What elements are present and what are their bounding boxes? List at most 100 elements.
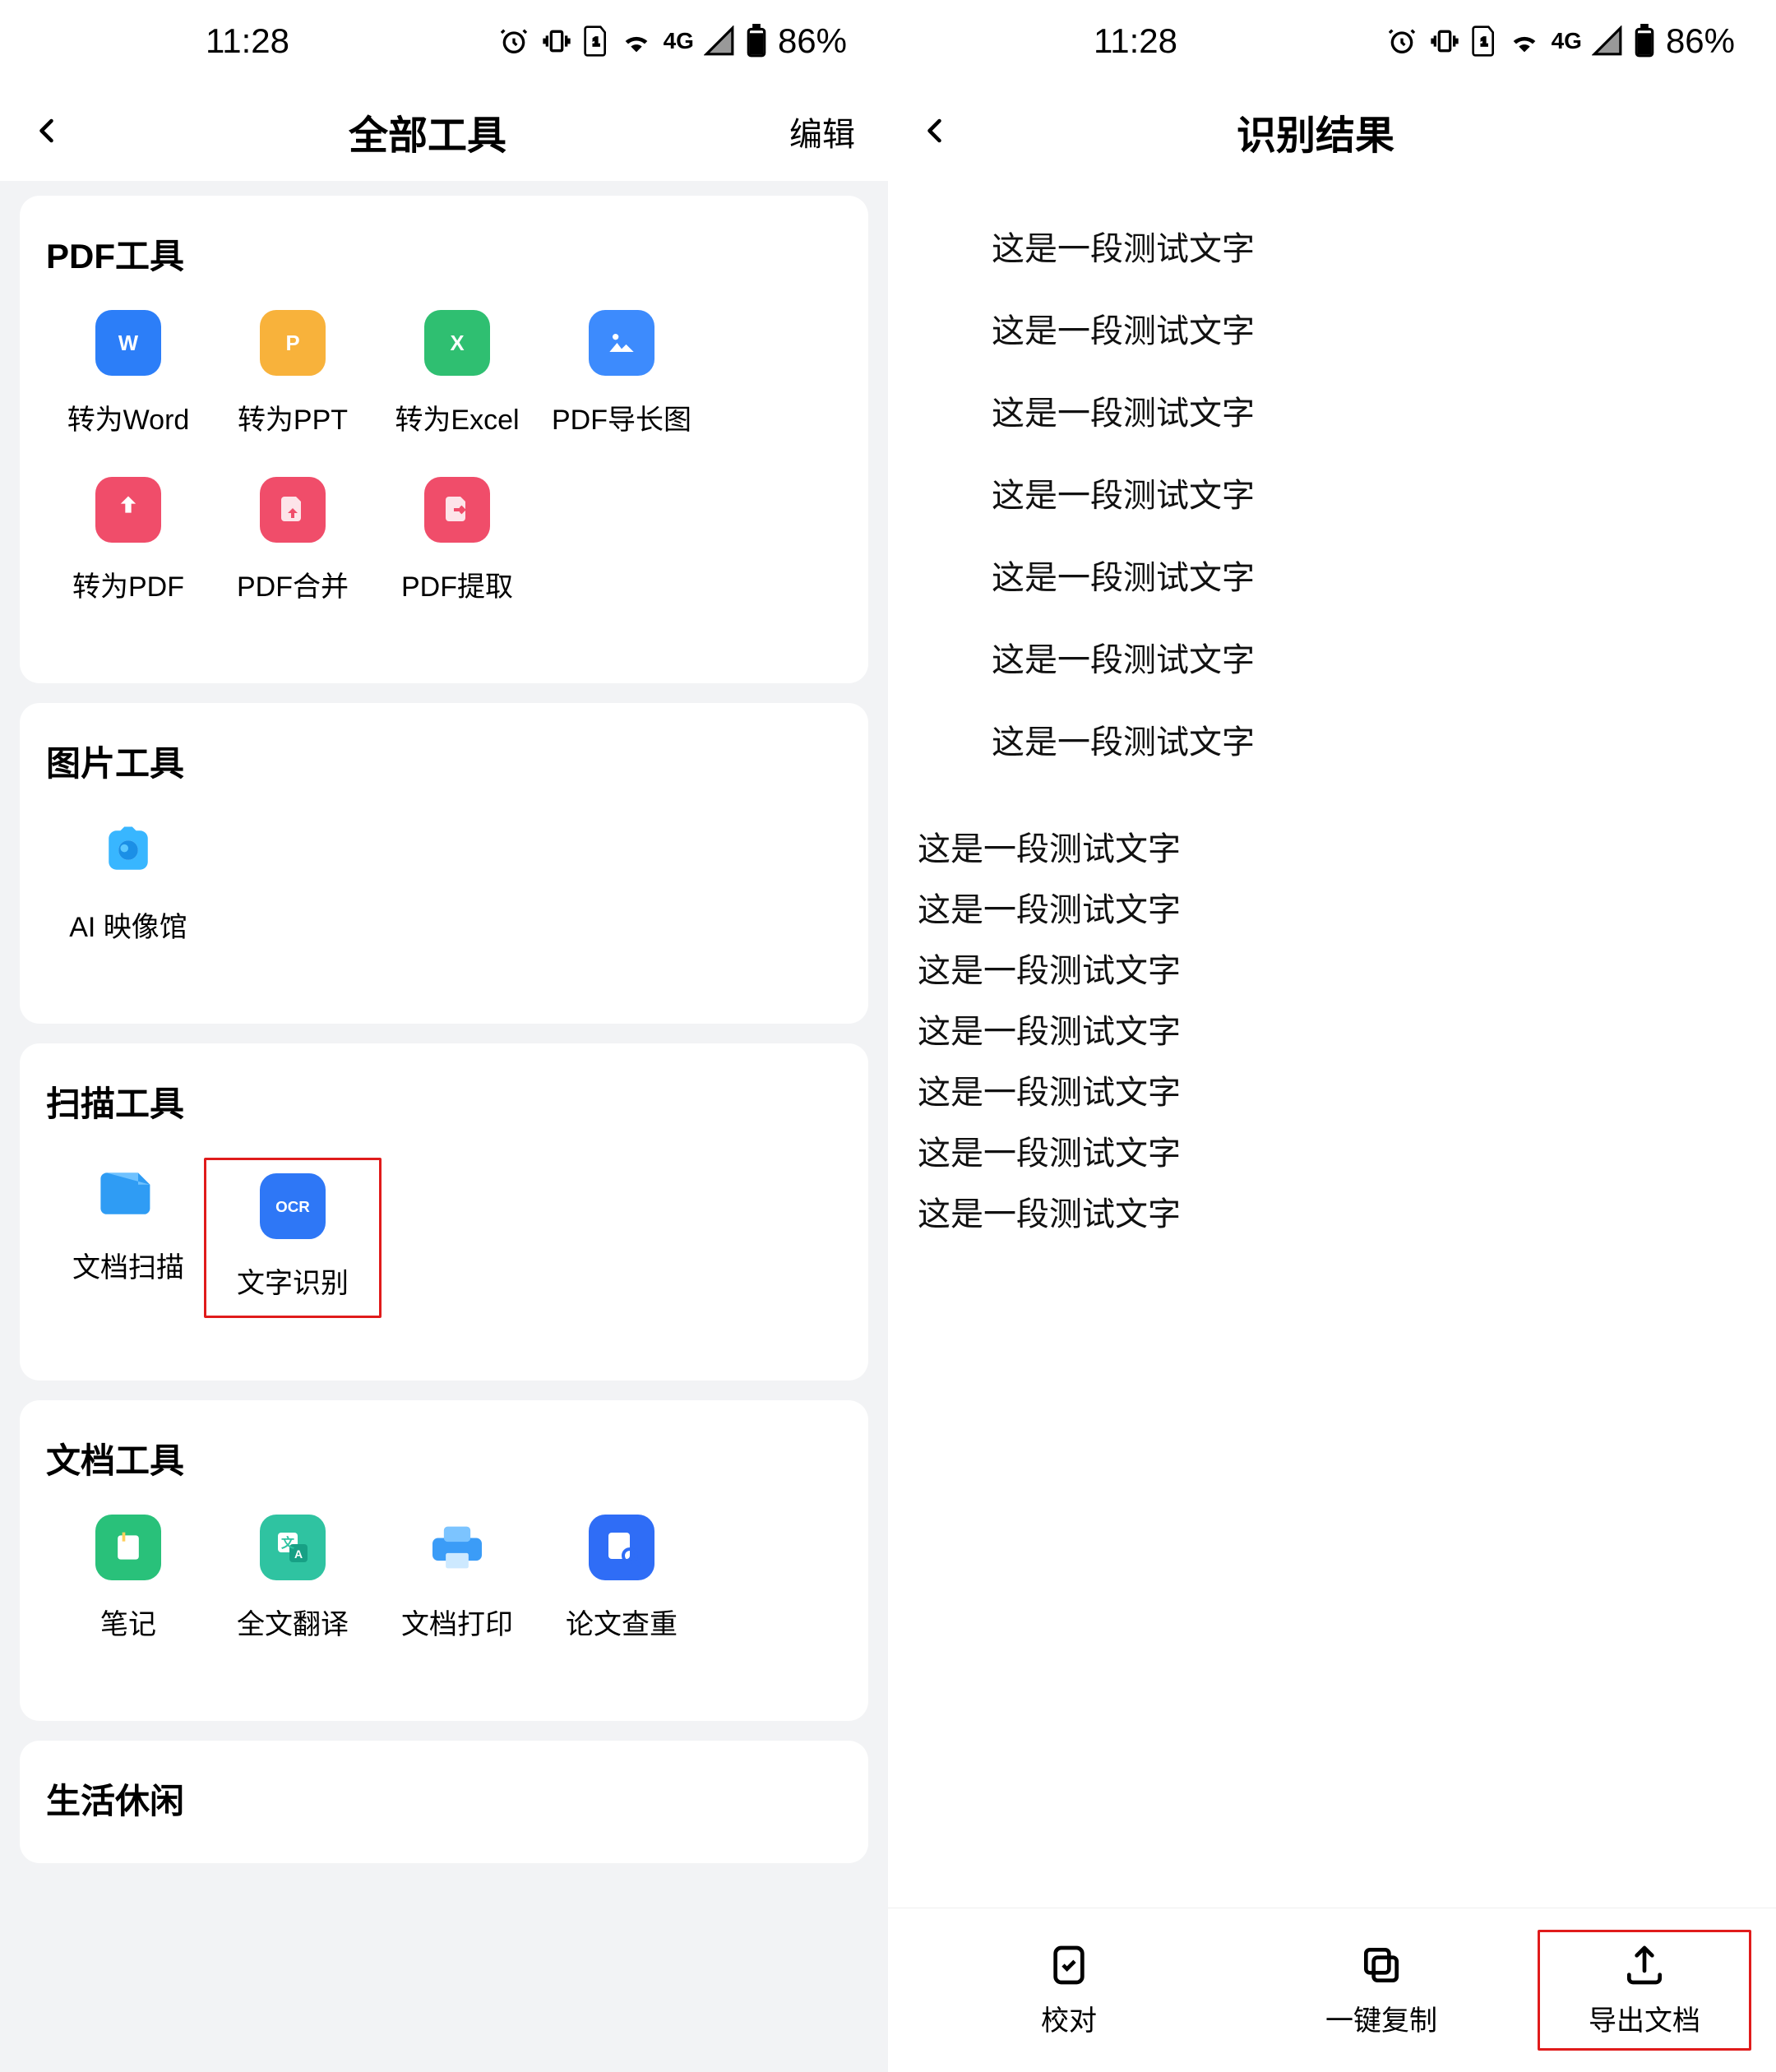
svg-text:X: X <box>450 332 464 355</box>
status-bar: 11:28 1 4G 86% <box>888 0 1776 82</box>
ocr-icon: OCR <box>260 1173 326 1239</box>
tool-text-ocr[interactable]: OCR 文字识别 <box>204 1158 382 1318</box>
tool-label: 文字识别 <box>237 1260 349 1301</box>
card-title-scan: 扫描工具 <box>46 1076 842 1126</box>
tool-notes[interactable]: 笔记 <box>46 1515 210 1642</box>
battery-label: 86% <box>778 21 847 61</box>
ocr-line: 这是一段测试文字 <box>918 714 1746 771</box>
tool-label: PDF导长图 <box>552 397 691 437</box>
merge-icon <box>260 477 326 543</box>
note-icon <box>95 1515 161 1580</box>
tool-to-excel[interactable]: X 转为Excel <box>375 310 539 437</box>
tool-label: 文档打印 <box>401 1602 513 1642</box>
extract-icon <box>424 477 490 543</box>
page-title: 识别结果 <box>970 103 1661 160</box>
tool-pdf-extract[interactable]: PDF提取 <box>375 477 539 604</box>
status-time: 11:28 <box>929 21 1177 61</box>
svg-text:OCR: OCR <box>275 1198 310 1215</box>
back-button[interactable] <box>921 110 970 153</box>
tab-export[interactable]: 导出文档 <box>1538 1930 1751 2051</box>
card-title-pdf: PDF工具 <box>46 229 842 279</box>
card-doc-tools: 文档工具 笔记 文A 全文翻译 <box>20 1400 868 1721</box>
nav-bar: 全部工具 编辑 <box>0 82 888 181</box>
tool-to-word[interactable]: W 转为Word <box>46 310 210 437</box>
wifi-icon <box>1507 25 1542 58</box>
card-pdf-tools: PDF工具 W 转为Word P 转为PPT X <box>20 196 868 683</box>
edit-button[interactable]: 编辑 <box>773 108 855 155</box>
ocr-line: 这是一段测试文字 <box>918 1064 1746 1122</box>
svg-text:文: 文 <box>281 1535 295 1551</box>
card-image-tools: 图片工具 AI 映像馆 <box>20 703 868 1024</box>
status-icons: 1 4G 86% <box>497 21 847 61</box>
card-title-image: 图片工具 <box>46 736 842 786</box>
image-icon <box>589 310 654 376</box>
alarm-icon <box>497 25 530 58</box>
tool-pdf-merge[interactable]: PDF合并 <box>210 477 375 604</box>
tool-pdf-longimg[interactable]: PDF导长图 <box>539 310 704 437</box>
ocr-line: 这是一段测试文字 <box>918 631 1746 689</box>
bottom-tabs: 校对 一键复制 导出文档 <box>888 1908 1776 2072</box>
tool-to-ppt[interactable]: P 转为PPT <box>210 310 375 437</box>
tool-label: 全文翻译 <box>237 1602 349 1642</box>
card-scan-tools: 扫描工具 文档扫描 OCR 文字识别 <box>20 1043 868 1381</box>
proofread-icon <box>1046 1942 1092 1988</box>
status-time: 11:28 <box>41 21 289 61</box>
scan-icon <box>91 1158 165 1223</box>
tool-label: AI 映像馆 <box>69 904 187 945</box>
battery-icon <box>1633 24 1656 58</box>
tool-label: 转为PDF <box>72 564 184 604</box>
tab-proofread[interactable]: 校对 <box>913 1942 1225 2038</box>
tool-to-pdf[interactable]: 转为PDF <box>46 477 210 604</box>
svg-text:1: 1 <box>593 35 599 49</box>
tool-label: 文档扫描 <box>72 1245 184 1285</box>
signal-icon <box>704 25 735 57</box>
tool-scroll[interactable]: PDF工具 W 转为Word P 转为PPT X <box>0 181 888 2072</box>
tool-translate[interactable]: 文A 全文翻译 <box>210 1515 375 1642</box>
tool-label: PDF合并 <box>237 564 349 604</box>
svg-text:W: W <box>118 332 139 355</box>
card-title-doc: 文档工具 <box>46 1433 842 1483</box>
print-icon <box>420 1515 494 1580</box>
svg-text:1: 1 <box>1481 35 1487 49</box>
svg-text:A: A <box>294 1547 303 1561</box>
tab-label: 校对 <box>1041 1998 1097 2038</box>
tool-plagiarism[interactable]: 论文查重 <box>539 1515 704 1642</box>
vibrate-icon <box>1428 25 1461 58</box>
status-bar: 11:28 1 4G 86% <box>0 0 888 82</box>
tool-ai-gallery[interactable]: AI 映像馆 <box>46 817 210 945</box>
tab-label: 导出文档 <box>1589 1998 1700 2038</box>
sim-icon: 1 <box>583 25 609 58</box>
ppt-icon: P <box>260 310 326 376</box>
tool-doc-scan[interactable]: 文档扫描 <box>46 1158 210 1302</box>
ocr-line: 这是一段测试文字 <box>918 821 1746 878</box>
svg-text:P: P <box>285 332 299 355</box>
ocr-line: 这是一段测试文字 <box>918 1003 1746 1061</box>
copy-icon <box>1358 1942 1404 1988</box>
ocr-line: 这是一段测试文字 <box>918 303 1746 360</box>
tool-label: 转为Excel <box>395 397 519 437</box>
tool-label: 转为PPT <box>238 397 348 437</box>
tool-print[interactable]: 文档打印 <box>375 1515 539 1642</box>
ocr-line: 这是一段测试文字 <box>918 467 1746 525</box>
excel-icon: X <box>424 310 490 376</box>
right-pane: 11:28 1 4G 86% <box>888 0 1776 2072</box>
tab-copy[interactable]: 一键复制 <box>1225 1942 1538 2038</box>
left-pane: 11:28 1 4G 86% <box>0 0 888 2072</box>
signal-icon <box>1592 25 1623 57</box>
vibrate-icon <box>540 25 573 58</box>
ocr-line: 这是一段测试文字 <box>918 385 1746 442</box>
tool-label: PDF提取 <box>401 564 513 604</box>
tab-label: 一键复制 <box>1325 1998 1437 2038</box>
translate-icon: 文A <box>260 1515 326 1580</box>
tool-label: 论文查重 <box>566 1602 678 1642</box>
wifi-icon <box>619 25 654 58</box>
ocr-line: 这是一段测试文字 <box>918 881 1746 939</box>
ocr-line: 这是一段测试文字 <box>918 1125 1746 1182</box>
ai-gallery-icon <box>91 817 165 883</box>
nav-bar: 识别结果 <box>888 82 1776 181</box>
alarm-icon <box>1385 25 1418 58</box>
back-button[interactable] <box>33 110 82 153</box>
ocr-line: 这是一段测试文字 <box>918 549 1746 607</box>
ocr-result[interactable]: 这是一段测试文字这是一段测试文字这是一段测试文字这是一段测试文字这是一段测试文字… <box>888 181 1776 1908</box>
status-icons: 1 4G 86% <box>1385 21 1735 61</box>
